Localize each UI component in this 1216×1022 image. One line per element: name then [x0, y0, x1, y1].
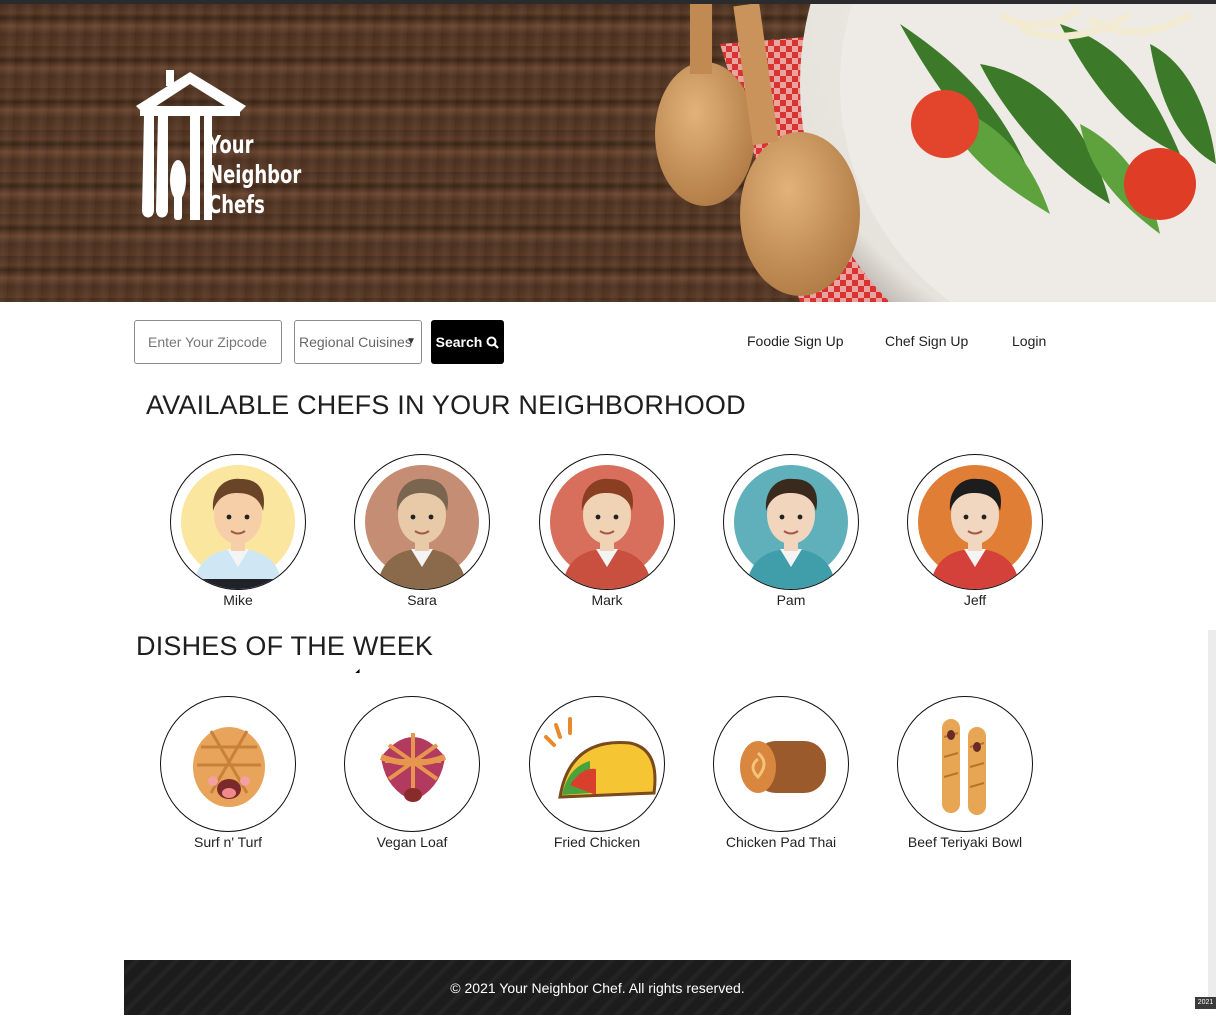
corner-badge: 2021 [1195, 997, 1216, 1009]
bread-bun-icon [193, 727, 265, 807]
page-scrollbar[interactable] [1208, 630, 1216, 1000]
logo-line-1: Your [208, 130, 254, 159]
dish-name: Vegan Loaf [376, 834, 448, 850]
search-button-label: Search [435, 334, 483, 350]
dish-name: Fried Chicken [553, 834, 641, 850]
nav-login[interactable]: Login [1012, 333, 1046, 349]
chef-name: Sara [407, 592, 437, 608]
cuisine-select-value: Regional Cuisines [299, 334, 412, 350]
logo-line-3: Chefs [208, 190, 265, 219]
pie-icon [379, 733, 447, 802]
dish-image[interactable] [344, 696, 480, 832]
chef-name: Pam [776, 592, 806, 608]
chef-avatar[interactable] [170, 454, 306, 590]
chef-avatar[interactable] [723, 454, 859, 590]
regional-cuisines-select[interactable]: Regional Cuisines ▼ [294, 320, 422, 364]
person-avatar-icon [365, 465, 479, 589]
hero-banner: Your Neighbor Chefs [0, 4, 1216, 302]
mouse-cursor [355, 668, 362, 676]
nav-foodie-sign-up[interactable]: Foodie Sign Up [747, 333, 844, 349]
chef-name: Mark [591, 592, 623, 608]
taco-icon [544, 717, 657, 799]
chef-card[interactable]: Mike [146, 454, 330, 608]
dish-image[interactable] [897, 696, 1033, 832]
dish-image[interactable] [529, 696, 665, 832]
chevron-down-icon: ▼ [406, 336, 416, 347]
dish-card[interactable]: Vegan Loaf [320, 696, 504, 850]
footer-copyright: © 2021 Your Neighbor Chef. All rights re… [450, 979, 745, 996]
dish-card[interactable]: Beef Teriyaki Bowl [873, 696, 1057, 850]
dish-card[interactable]: Fried Chicken [505, 696, 689, 850]
person-avatar-icon [918, 465, 1032, 589]
chefs-section-title: AVAILABLE CHEFS IN YOUR NEIGHBORHOOD [146, 390, 746, 420]
roll-cake-icon [740, 741, 826, 793]
chef-name: Jeff [963, 592, 987, 608]
search-icon [486, 336, 500, 349]
person-avatar-icon [171, 465, 305, 589]
chef-avatar[interactable] [907, 454, 1043, 590]
chef-card[interactable]: Pam [699, 454, 883, 608]
search-button[interactable]: Search [431, 320, 504, 364]
dish-image[interactable] [713, 696, 849, 832]
zipcode-input[interactable] [134, 320, 282, 364]
baguette-icon [942, 719, 986, 815]
dish-name: Beef Teriyaki Bowl [907, 834, 1023, 850]
person-avatar-icon [550, 465, 664, 589]
dish-name: Surf n' Turf [193, 834, 263, 850]
chef-name: Mike [223, 592, 253, 608]
dish-name: Chicken Pad Thai [725, 834, 837, 850]
footer: © 2021 Your Neighbor Chef. All rights re… [124, 960, 1071, 1015]
nav-chef-sign-up[interactable]: Chef Sign Up [885, 333, 968, 349]
dish-card[interactable]: Surf n' Turf [136, 696, 320, 850]
dish-card[interactable]: Chicken Pad Thai [689, 696, 873, 850]
dish-image[interactable] [160, 696, 296, 832]
chef-card[interactable]: Sara [330, 454, 514, 608]
chef-card[interactable]: Jeff [883, 454, 1067, 608]
chef-avatar[interactable] [354, 454, 490, 590]
person-avatar-icon [734, 465, 848, 589]
logo-line-2: Neighbor [208, 160, 302, 189]
dishes-section-title: DISHES OF THE WEEK [136, 631, 434, 661]
chef-card[interactable]: Mark [515, 454, 699, 608]
logo-wordmark: Your Neighbor Chefs [208, 130, 301, 220]
chef-avatar[interactable] [539, 454, 675, 590]
